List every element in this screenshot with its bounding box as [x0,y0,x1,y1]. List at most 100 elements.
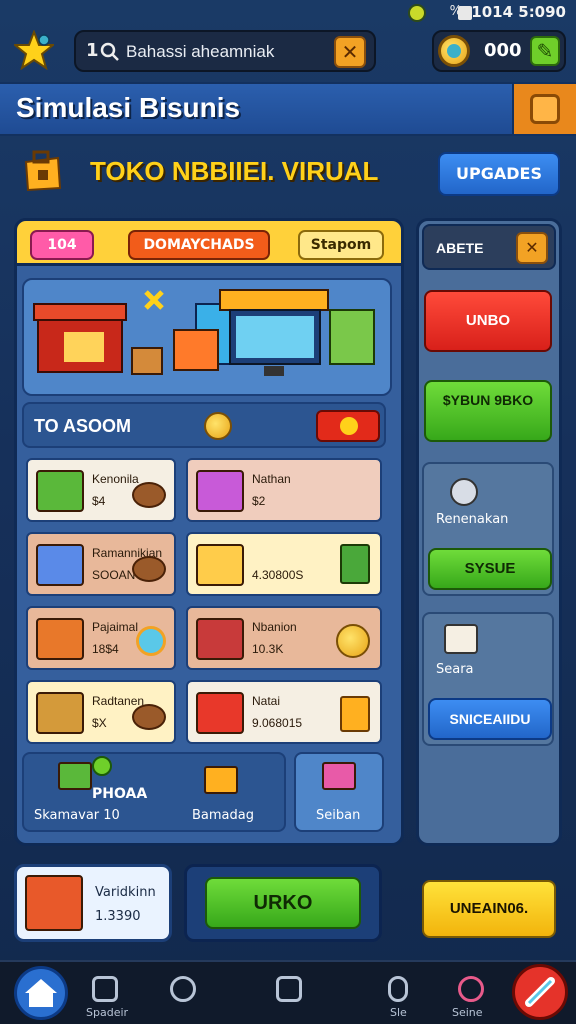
button-label: UNBO [465,312,511,329]
quick-label: PHOAA [92,786,148,802]
crate-icon [340,544,370,584]
seiban-button[interactable]: Seiban [294,752,384,832]
collect-button[interactable] [316,410,380,442]
search-input[interactable]: Bahassi aheamniak [126,42,274,62]
shop-name: Varidkinn [95,885,156,900]
market-illustration [33,289,375,376]
item-price: 9.068015 [252,716,303,730]
unbo-button[interactable]: UNBO [424,290,552,352]
coin-icon [340,696,370,732]
star-icon[interactable] [14,30,54,70]
shop-item[interactable]: 4.30800S [186,532,382,596]
crate-icon [132,704,166,730]
phone-icon[interactable] [388,976,408,1002]
box-icon [36,692,84,734]
shop-item[interactable]: Radtanen $X [26,680,176,744]
shop-summary-card[interactable]: Varidkinn 1.3390 [14,864,172,942]
basket-icon [444,624,478,654]
house-icon[interactable] [276,976,302,1002]
search-prefix: 1 [86,40,99,61]
store-title: TOKO NBBIIEI. VIRUAL [90,156,379,186]
item-name: Natai [252,694,281,708]
battery-icon [458,6,472,20]
item-price: SOOAN [92,568,136,582]
coin-icon [336,624,370,658]
quick-label: Seiban [316,808,361,823]
item-price: 18$4 [92,642,119,656]
cart-icon [196,692,244,734]
coin-icon [204,412,232,440]
search-icon [100,42,119,61]
syssue-button[interactable]: SYSUE [428,548,552,590]
magnifier-icon [136,626,166,656]
crate-icon [132,482,166,508]
tab-level[interactable]: 104 [30,230,94,260]
action-card: URKO [184,864,382,942]
store-icon[interactable] [92,976,118,1002]
gauge-icon [450,478,478,506]
basket-icon [36,470,84,512]
register-icon [196,618,244,660]
shop-bag-icon [24,150,62,192]
title-bar: Simulasi Bisunis [0,82,576,136]
item-price: $2 [252,494,266,508]
side-card: Seara SNICEAIIDU [422,612,554,746]
nav-label: Sle [390,1006,407,1019]
crate-icon [132,556,166,582]
shop-item[interactable]: Nbanion 10.3K [186,606,382,670]
bottom-nav: Spadeir Sle Seine [0,960,576,1024]
quick-actions: PHOAA Skamavar 10 Bamadag [22,752,286,832]
coin-icon [438,35,470,67]
shop-item[interactable]: Kenonila $4 [26,458,176,522]
gift-icon [196,470,244,512]
profile-button[interactable] [512,84,576,134]
side-green-button[interactable]: $YBUN 9BKO [424,380,552,442]
button-label: $YBUN 9BKO [442,392,534,408]
home-icon[interactable] [14,966,68,1020]
add-coins-button[interactable]: ✎ [530,36,560,66]
coin-balance: 000 ✎ [432,30,566,72]
item-name: Pajaimal [92,620,139,634]
side-card-label: Seara [436,662,474,677]
status-time: 1014 5:090 [471,3,566,21]
home-glyph [25,979,57,1007]
item-name: Nathan [252,472,291,486]
side-header: ABETE ✕ [422,224,556,270]
button-label: UNEAIN06. [449,900,529,917]
store-banner [22,278,392,396]
quick-label[interactable]: Bamadag [192,808,254,823]
shop-item[interactable]: Natai 9.068015 [186,680,382,744]
basket-icon [204,766,238,794]
edit-fab-button[interactable] [512,964,568,1020]
cart-icon [58,762,92,790]
shop-item[interactable]: Pajaimal 18$4 [26,606,176,670]
coin-amount: 000 [484,40,522,61]
tab-stamp[interactable]: Stapom [298,230,384,260]
close-icon[interactable]: ✕ [516,232,548,264]
schedule-button[interactable]: SNICEAIIDU [428,698,552,740]
shop-item[interactable]: Nathan $2 [186,458,382,522]
status-bar: % 1014 5:090 [0,0,576,26]
gear-icon[interactable] [458,976,484,1002]
nav-label: Seine [452,1006,483,1019]
shop-item[interactable]: Ramannikian SOOAN [26,532,176,596]
item-price: $X [92,716,107,730]
urko-button[interactable]: URKO [205,877,361,929]
item-price: 10.3K [252,642,284,656]
signal-icon [408,4,426,22]
quick-label[interactable]: Skamavar 10 [34,808,120,823]
item-price: $4 [92,494,106,508]
yellow-action-button[interactable]: UNEAIN06. [422,880,556,938]
item-price: 4.30800S [252,568,304,582]
upgrades-button[interactable]: UPGADES [438,152,560,196]
search-bar[interactable]: 1 Bahassi aheamniak ✕ [74,30,376,72]
side-card: Renenakan SYSUE [422,462,554,596]
close-icon[interactable]: ✕ [334,36,366,68]
search-icon[interactable] [170,976,196,1002]
cart-icon [322,762,356,790]
tab-category[interactable]: DOMAYCHADS [128,230,270,260]
item-name: Radtanen [92,694,145,708]
button-label: URKO [253,892,313,914]
item-name: Kenonila [92,472,139,486]
nav-label: Spadeir [86,1006,129,1019]
